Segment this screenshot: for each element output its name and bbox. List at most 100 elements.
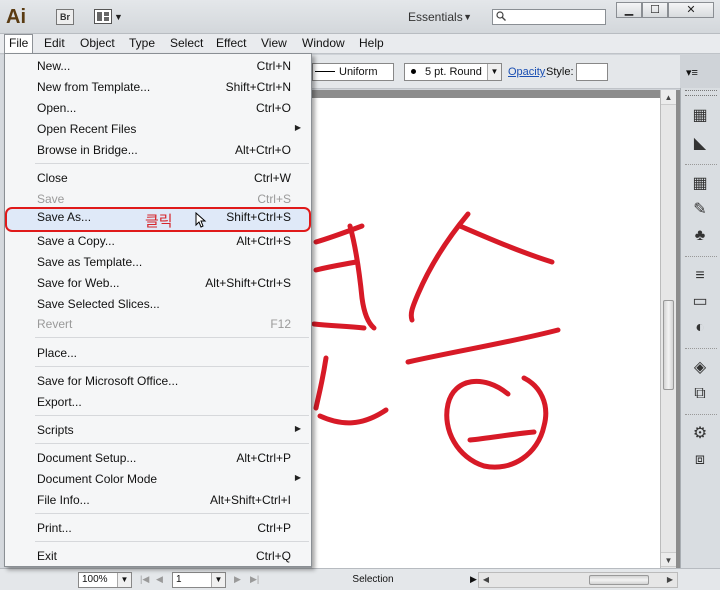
close-button[interactable]: ✕	[668, 2, 714, 18]
menu-edit[interactable]: Edit	[40, 34, 69, 54]
style-label: Style:	[546, 66, 574, 78]
brushes-icon[interactable]: ✎	[689, 200, 711, 220]
menu-view[interactable]: View	[257, 34, 291, 54]
search-icon	[496, 11, 506, 21]
panel-menu-icon[interactable]: ▾≡	[686, 66, 698, 79]
menu-item-save-for-web[interactable]: Save for Web... Alt+Shift+Ctrl+S	[5, 273, 311, 294]
minimize-button[interactable]: ▁	[616, 2, 642, 18]
stroke-icon[interactable]: ≡	[689, 266, 711, 286]
last-artboard-icon[interactable]: ▶|	[250, 574, 259, 585]
menu-item-shortcut: Alt+Ctrl+O	[234, 143, 291, 157]
artboard[interactable]	[312, 98, 660, 568]
menu-item-shortcut: Ctrl+N	[256, 59, 291, 73]
dock-grip[interactable]	[685, 90, 717, 96]
dock-separator	[685, 164, 717, 166]
menu-item-close[interactable]: Close Ctrl+W	[5, 168, 311, 189]
menu-item-revert: Revert F12	[5, 314, 311, 335]
menu-item-export[interactable]: Export...	[5, 392, 311, 413]
menu-item-label: New from Template...	[37, 80, 151, 94]
menu-item-print[interactable]: Print... Ctrl+P	[5, 518, 311, 539]
menu-object[interactable]: Object	[76, 34, 119, 54]
bridge-button[interactable]: Br	[56, 9, 74, 25]
file-menu-dropdown: New... Ctrl+N New from Template... Shift…	[4, 53, 312, 567]
previous-artboard-icon[interactable]: ◀	[156, 574, 163, 585]
menu-item-place[interactable]: Place...	[5, 343, 311, 364]
scroll-down-icon[interactable]: ▼	[661, 552, 676, 567]
transparency-icon[interactable]: ◐	[689, 318, 711, 338]
chevron-down-icon: ▼	[487, 64, 501, 80]
search-input[interactable]	[492, 9, 606, 25]
menu-item-new[interactable]: New... Ctrl+N	[5, 56, 311, 77]
menu-select[interactable]: Select	[166, 34, 207, 54]
menu-window[interactable]: Window	[298, 34, 349, 54]
menu-item-browse-in-bridge[interactable]: Browse in Bridge... Alt+Ctrl+O	[5, 140, 311, 161]
menu-item-open[interactable]: Open... Ctrl+O	[5, 98, 311, 119]
canvas-area[interactable]: ▲ ▼	[312, 90, 680, 568]
status-bar: 100% ▼ |◀ ◀ 1 ▼ ▶ ▶| Selection ▶ ◀ ▶	[0, 568, 720, 590]
menu-item-label: Place...	[37, 346, 78, 360]
menu-help[interactable]: Help	[355, 34, 388, 54]
graphic-style-select[interactable]	[576, 63, 608, 81]
menu-item-save-selected-slices[interactable]: Save Selected Slices...	[5, 294, 311, 315]
menu-type[interactable]: Type	[125, 34, 159, 54]
arrange-documents-button[interactable]: ▼	[94, 8, 123, 26]
artboard-select[interactable]: 1 ▼	[172, 572, 226, 588]
menu-item-shortcut: Shift+Ctrl+S	[226, 210, 291, 224]
scroll-left-icon[interactable]: ◀	[479, 573, 493, 587]
menu-item-save-a-copy[interactable]: Save a Copy... Alt+Ctrl+S	[5, 231, 311, 252]
maximize-button[interactable]: ☐	[642, 2, 668, 18]
swatches-icon[interactable]: ▦	[689, 174, 711, 194]
close-icon: ✕	[686, 4, 696, 16]
menu-item-open-recent-files[interactable]: Open Recent Files ▶	[5, 119, 311, 140]
zoom-select[interactable]: 100% ▼	[78, 572, 132, 588]
menu-item-document-color-mode[interactable]: Document Color Mode ▶	[5, 469, 311, 490]
vertical-scrollbar[interactable]: ▲ ▼	[660, 90, 676, 568]
arrange-documents-icon	[94, 9, 112, 24]
vertical-scroll-thumb[interactable]	[663, 300, 674, 390]
horizontal-scroll-thumb[interactable]	[589, 575, 649, 585]
layers-icon[interactable]: ⧉	[689, 384, 711, 404]
menu-item-file-info[interactable]: File Info... Alt+Shift+Ctrl+I	[5, 490, 311, 511]
variable-width-profile-select[interactable]: Uniform	[312, 63, 394, 81]
chevron-down-icon: ▼	[463, 12, 472, 22]
menu-item-save-as[interactable]: Save As... 클릭 Shift+Ctrl+S	[5, 207, 311, 232]
color-icon[interactable]: ◣	[689, 134, 711, 154]
workspace-switcher[interactable]: Essentials ▼	[400, 8, 480, 26]
brush-definition-select[interactable]: 5 pt. Round ▼	[404, 63, 502, 81]
maximize-icon: ☐	[650, 4, 660, 16]
menu-item-exit[interactable]: Exit Ctrl+Q	[5, 546, 311, 567]
menu-item-save-for-microsoft-office[interactable]: Save for Microsoft Office...	[5, 371, 311, 392]
menu-item-save-as-template[interactable]: Save as Template...	[5, 252, 311, 273]
menu-item-new-from-template[interactable]: New from Template... Shift+Ctrl+N	[5, 77, 311, 98]
panel-dock: ▦ ◣ ▦ ✎ ♣ ≡ ▭ ◐ ◈ ⧉ ⚙ ⧈	[680, 88, 720, 568]
artboard-number: 1	[176, 574, 182, 585]
menu-item-label: Browse in Bridge...	[37, 143, 138, 157]
gradient-icon[interactable]: ▭	[689, 292, 711, 312]
menu-item-label: Close	[37, 171, 68, 185]
control-bar: Uniform 5 pt. Round ▼ Opacity Style: ▾≡	[312, 55, 698, 89]
menu-effect[interactable]: Effect	[212, 34, 250, 54]
menu-item-label: Document Setup...	[37, 451, 137, 465]
mouse-cursor-icon	[195, 212, 207, 228]
menu-item-label: Save for Microsoft Office...	[37, 374, 179, 388]
menu-item-label: New...	[37, 59, 71, 73]
menu-bar: File Edit Object Type Select Effect View…	[0, 34, 720, 54]
brush-artwork[interactable]	[312, 98, 660, 568]
opacity-link[interactable]: Opacity	[508, 66, 545, 78]
horizontal-scrollbar[interactable]: ◀ ▶	[478, 572, 678, 588]
appearance-icon[interactable]: ◈	[689, 358, 711, 378]
first-artboard-icon[interactable]: |◀	[140, 574, 149, 585]
transform-icon[interactable]: ⧈	[689, 450, 711, 470]
navigator-icon[interactable]: ⚙	[689, 424, 711, 444]
symbols-icon[interactable]: ♣	[689, 226, 711, 246]
next-artboard-icon[interactable]: ▶	[234, 574, 241, 585]
menu-item-scripts[interactable]: Scripts ▶	[5, 420, 311, 441]
menu-file[interactable]: File	[4, 34, 34, 54]
menu-item-label: Save	[37, 192, 65, 206]
color-guide-icon[interactable]: ▦	[689, 106, 711, 126]
menu-item-document-setup[interactable]: Document Setup... Alt+Ctrl+P	[5, 448, 311, 469]
scroll-up-icon[interactable]: ▲	[661, 90, 676, 105]
scroll-right-icon[interactable]: ▶	[663, 573, 677, 587]
status-menu-icon[interactable]: ▶	[470, 574, 477, 585]
menu-separator	[35, 337, 309, 338]
